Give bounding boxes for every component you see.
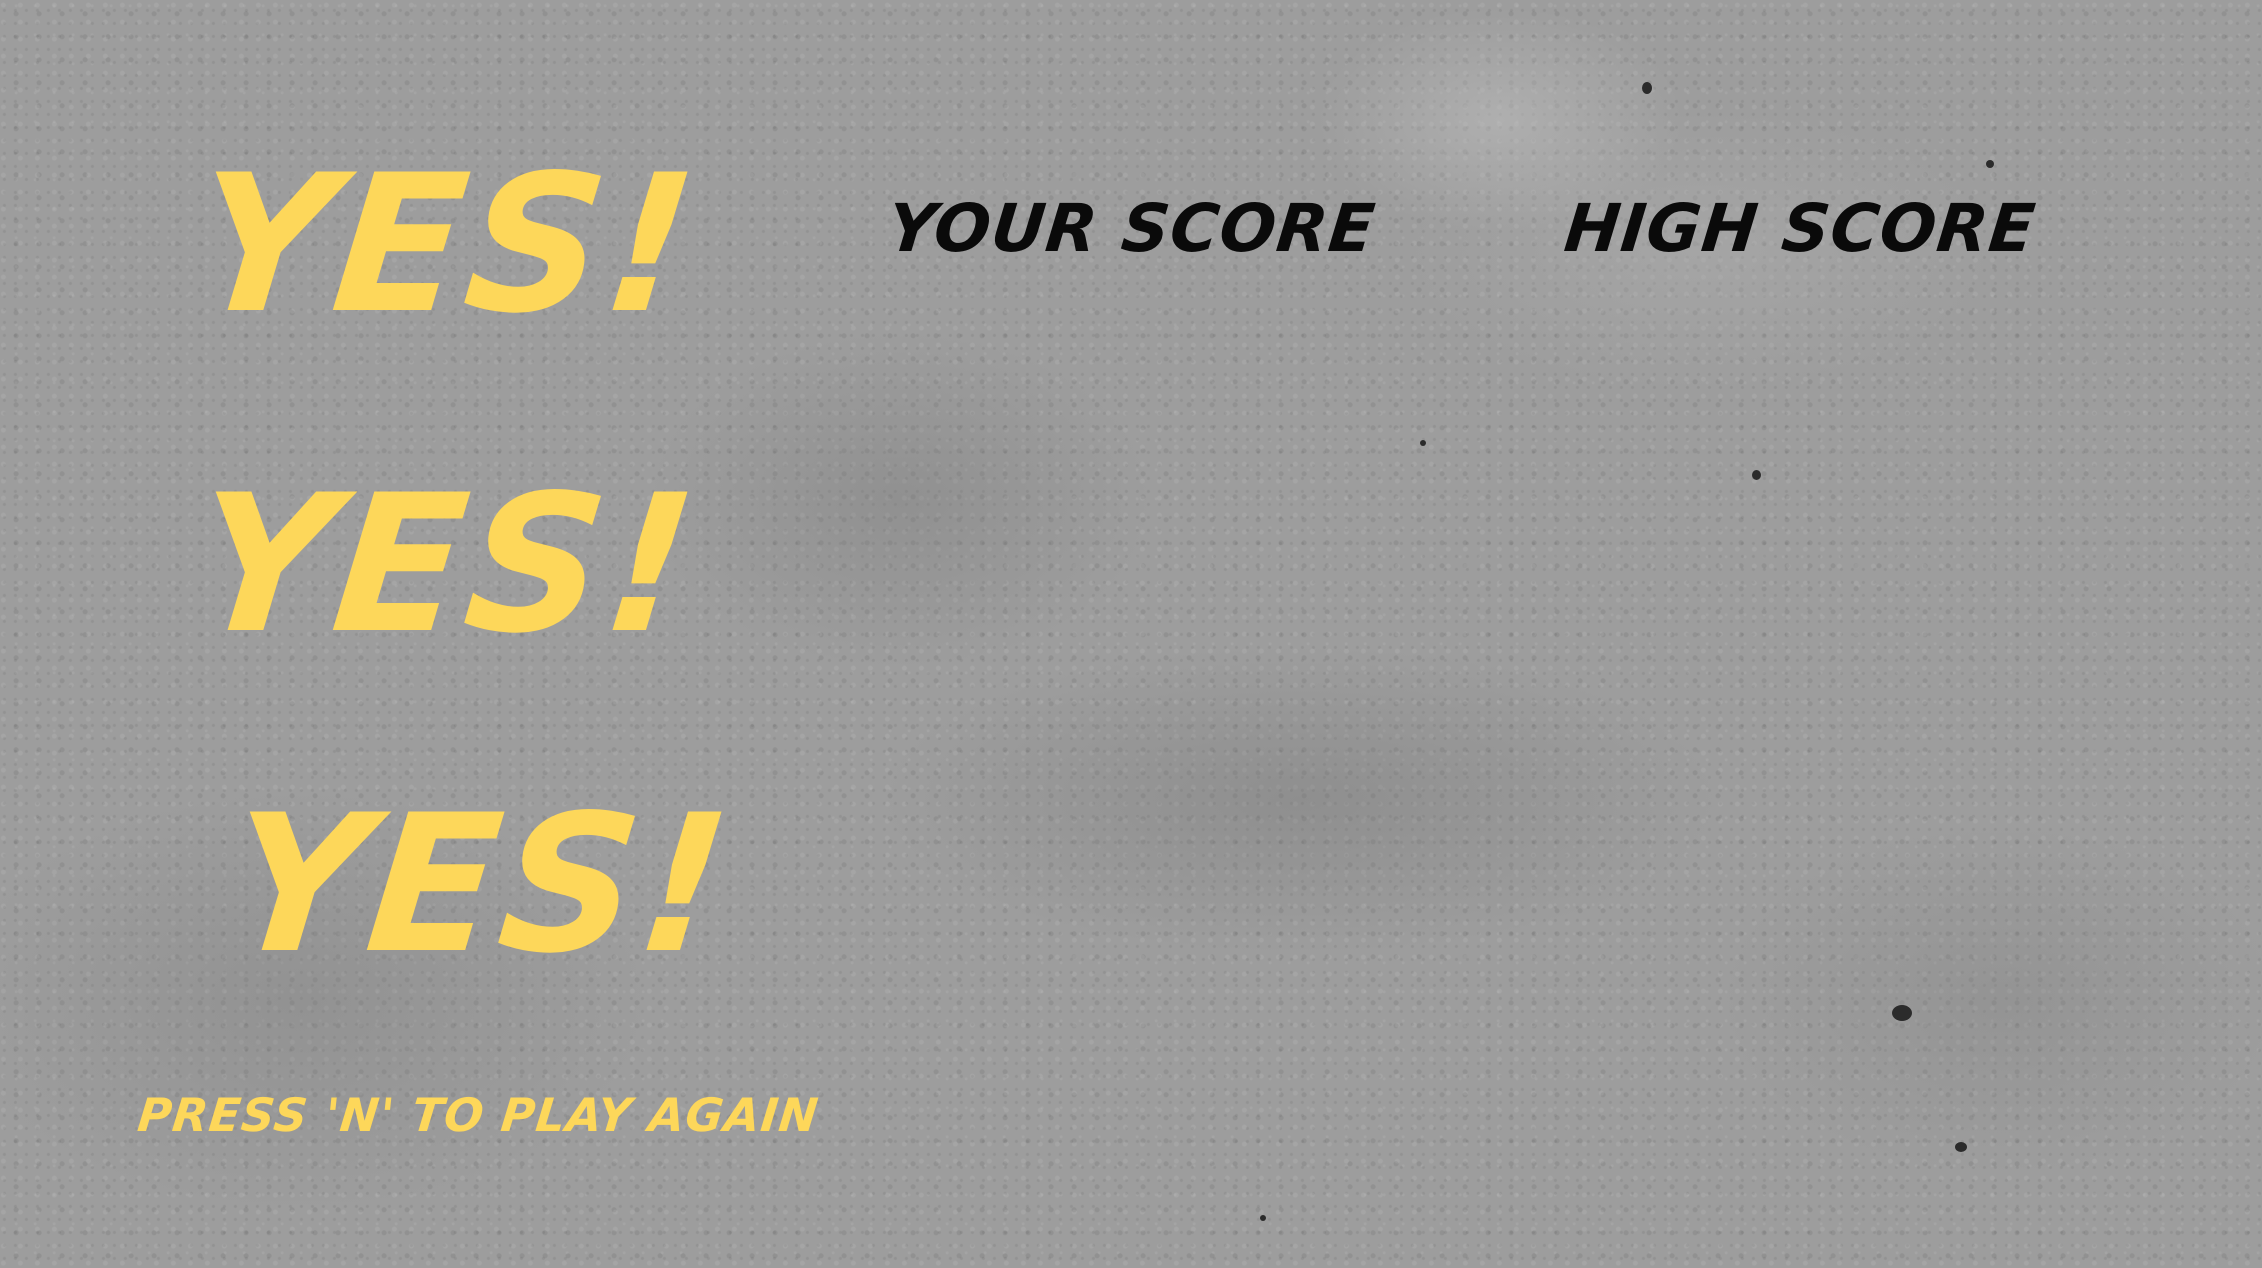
concrete-speck xyxy=(1955,1142,1967,1152)
concrete-speck xyxy=(1986,160,1994,168)
result-text-line-3: YES! xyxy=(218,774,741,995)
concrete-speck xyxy=(1642,82,1652,94)
result-text-line-1: YES! xyxy=(184,134,707,355)
play-again-prompt: PRESS 'N' TO PLAY AGAIN xyxy=(135,1088,822,1142)
concrete-speck xyxy=(1260,1215,1266,1221)
your-score-label: YOUR SCORE xyxy=(883,190,1379,267)
game-over-screen: YES! YES! YES! PRESS 'N' TO PLAY AGAIN Y… xyxy=(0,0,2262,1268)
high-score-label: HIGH SCORE xyxy=(1560,190,2040,267)
concrete-speck xyxy=(1752,470,1761,480)
concrete-speck xyxy=(1420,440,1426,446)
result-text-line-2: YES! xyxy=(184,454,707,675)
concrete-speck xyxy=(1892,1005,1912,1021)
